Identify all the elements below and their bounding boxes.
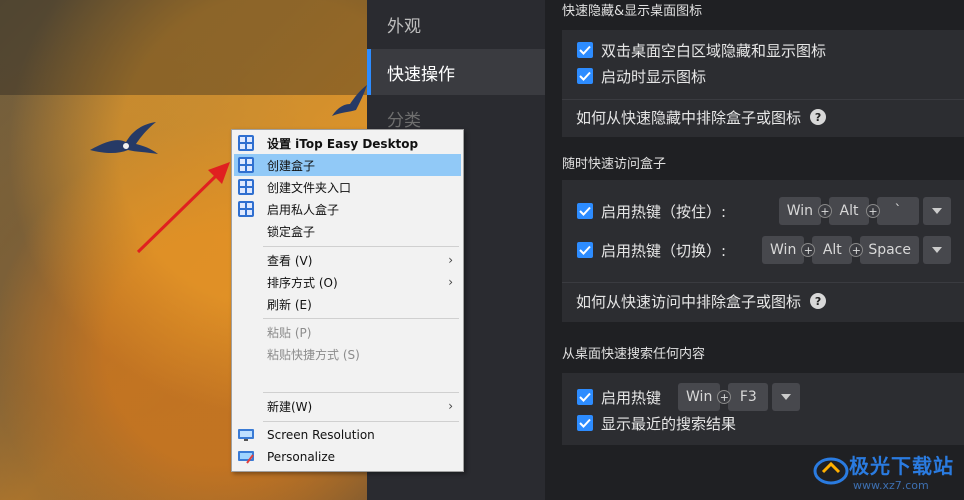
menu-separator bbox=[263, 421, 459, 422]
menu-label: 设置 iTop Easy Desktop bbox=[267, 136, 419, 151]
help-link-quick-access[interactable]: 如何从快速访问中排除盒子或图标 bbox=[576, 291, 801, 312]
option-label: 启用热键 bbox=[601, 388, 662, 407]
menu-item-screen-resolution[interactable]: Screen Resolution bbox=[234, 424, 461, 446]
key-f3[interactable]: F3 bbox=[728, 383, 769, 411]
chevron-right-icon: › bbox=[448, 399, 453, 413]
key-space[interactable]: Space bbox=[860, 236, 919, 264]
key-win[interactable]: Win bbox=[778, 197, 821, 225]
itop-app-icon bbox=[238, 179, 254, 195]
watermark-name: 极光下载站 bbox=[849, 454, 954, 478]
menu-item-sort-by[interactable]: 排序方式 (O) › bbox=[234, 271, 461, 293]
section-title-search: 从桌面快速搜索任何内容 bbox=[562, 347, 706, 362]
help-icon[interactable]: ? bbox=[810, 293, 827, 309]
checkbox-checked-icon[interactable] bbox=[577, 42, 593, 58]
bird-image-2 bbox=[332, 85, 367, 116]
menu-separator bbox=[263, 246, 459, 247]
menu-item-new[interactable]: 新建(W) › bbox=[234, 395, 461, 417]
checkbox-checked-icon[interactable] bbox=[577, 415, 593, 431]
monitor-icon bbox=[238, 429, 254, 441]
menu-label: 粘贴 (P) bbox=[267, 325, 312, 340]
option-hotkey-hold: 启用热键（按住）: Win + Alt + ` bbox=[562, 196, 964, 226]
chevron-right-icon: › bbox=[448, 253, 453, 267]
wallpaper-dark-band bbox=[0, 0, 367, 95]
checkbox-checked-icon[interactable] bbox=[577, 68, 593, 84]
menu-separator bbox=[263, 318, 459, 319]
checkbox-checked-icon[interactable] bbox=[577, 242, 593, 258]
option-show-recent[interactable]: 显示最近的搜索结果 bbox=[562, 413, 964, 433]
dropdown-arrow-icon[interactable] bbox=[772, 383, 801, 411]
menu-item-personalize[interactable]: Personalize bbox=[234, 446, 461, 468]
desktop-context-menu: 设置 iTop Easy Desktop 创建盒子 创建文件夹入口 启用私人盒子… bbox=[231, 129, 464, 472]
settings-content: 快速隐藏&显示桌面图标 双击桌面空白区域隐藏和显示图标 启动时显示图标 如何从快… bbox=[545, 0, 964, 500]
option-label: 双击桌面空白区域隐藏和显示图标 bbox=[601, 41, 827, 60]
checkbox-checked-icon[interactable] bbox=[577, 203, 593, 219]
checkbox-checked-icon[interactable] bbox=[577, 389, 593, 405]
hotkey-hold-keys[interactable]: Win + Alt + ` bbox=[778, 197, 951, 225]
search-card: 启用热键 Win + F3 显示最近的搜索结果 bbox=[562, 373, 964, 445]
key-win[interactable]: Win bbox=[762, 236, 805, 264]
menu-item-lock-box[interactable]: 锁定盒子 bbox=[234, 220, 461, 242]
key-win[interactable]: Win bbox=[678, 383, 721, 411]
key-alt[interactable]: Alt bbox=[812, 236, 853, 264]
itop-app-icon bbox=[238, 135, 254, 151]
itop-app-icon bbox=[238, 201, 254, 217]
option-show-on-start[interactable]: 启动时显示图标 bbox=[562, 66, 964, 86]
watermark-logo: 极光下载站 www.xz7.com bbox=[813, 450, 954, 492]
quick-hide-card: 双击桌面空白区域隐藏和显示图标 启动时显示图标 如何从快速隐藏中排除盒子或图标 … bbox=[562, 30, 964, 137]
menu-separator bbox=[263, 392, 459, 393]
watermark-url: www.xz7.com bbox=[853, 479, 929, 492]
plus-icon: + bbox=[818, 204, 832, 218]
search-hotkey-keys[interactable]: Win + F3 bbox=[678, 383, 801, 411]
menu-label: Personalize bbox=[267, 450, 336, 464]
option-label: 启用热键（切换）: bbox=[601, 241, 727, 260]
dropdown-arrow-icon[interactable] bbox=[923, 236, 951, 264]
option-label: 显示最近的搜索结果 bbox=[601, 414, 737, 433]
menu-label: 新建(W) bbox=[267, 399, 313, 414]
nav-appearance[interactable]: 外观 bbox=[367, 0, 545, 49]
option-label: 启动时显示图标 bbox=[601, 67, 707, 86]
option-search-hotkey: 启用热键 Win + F3 bbox=[562, 382, 964, 412]
menu-label: 创建文件夹入口 bbox=[267, 180, 352, 195]
menu-item-paste-shortcut[interactable]: 粘贴快捷方式 (S) bbox=[234, 343, 461, 365]
dropdown-arrow-icon[interactable] bbox=[923, 197, 951, 225]
menu-label: 锁定盒子 bbox=[267, 224, 316, 239]
key-backtick[interactable]: ` bbox=[877, 197, 919, 225]
personalize-icon bbox=[238, 451, 254, 464]
menu-item-create-folder-portal[interactable]: 创建文件夹入口 bbox=[234, 176, 461, 198]
menu-item-enable-private-box[interactable]: 启用私人盒子 bbox=[234, 198, 461, 220]
menu-label: Screen Resolution bbox=[267, 428, 375, 442]
option-double-click-hide[interactable]: 双击桌面空白区域隐藏和显示图标 bbox=[562, 40, 964, 60]
help-row-quick-hide: 如何从快速隐藏中排除盒子或图标 ? bbox=[562, 107, 964, 127]
hotkey-toggle-keys[interactable]: Win + Alt + Space bbox=[762, 236, 951, 264]
menu-label: 启用私人盒子 bbox=[267, 202, 340, 217]
plus-icon: + bbox=[866, 204, 880, 218]
section-title-quick-access: 随时快速访问盒子 bbox=[562, 157, 667, 172]
section-title-quick-hide: 快速隐藏&显示桌面图标 bbox=[562, 4, 703, 19]
menu-item-itop-settings[interactable]: 设置 iTop Easy Desktop bbox=[234, 132, 461, 154]
menu-item-refresh[interactable]: 刷新 (E) bbox=[234, 293, 461, 315]
menu-label: 创建盒子 bbox=[267, 158, 316, 173]
divider bbox=[562, 99, 964, 100]
menu-label: 刷新 (E) bbox=[267, 297, 312, 312]
help-row-quick-access: 如何从快速访问中排除盒子或图标 ? bbox=[562, 290, 964, 312]
menu-label: 查看 (V) bbox=[267, 253, 313, 268]
menu-item-create-box[interactable]: 创建盒子 bbox=[234, 154, 461, 176]
divider bbox=[562, 282, 964, 283]
help-icon[interactable]: ? bbox=[810, 109, 827, 125]
quick-access-card: 启用热键（按住）: Win + Alt + ` 启用热键（切换）: Win + … bbox=[562, 180, 964, 322]
itop-app-icon bbox=[238, 157, 254, 173]
nav-quick-actions[interactable]: 快速操作 bbox=[367, 49, 545, 95]
menu-label: 粘贴快捷方式 (S) bbox=[267, 347, 360, 362]
menu-item-view[interactable]: 查看 (V) › bbox=[234, 249, 461, 271]
option-hotkey-toggle: 启用热键（切换）: Win + Alt + Space bbox=[562, 235, 964, 265]
help-link-quick-hide[interactable]: 如何从快速隐藏中排除盒子或图标 bbox=[576, 107, 801, 128]
key-alt[interactable]: Alt bbox=[829, 197, 869, 225]
watermark-icon bbox=[813, 457, 849, 485]
menu-label: 排序方式 (O) bbox=[267, 275, 338, 290]
chevron-right-icon: › bbox=[448, 275, 453, 289]
annotation-arrow bbox=[136, 162, 230, 254]
menu-item-paste[interactable]: 粘贴 (P) bbox=[234, 321, 461, 343]
option-label: 启用热键（按住）: bbox=[601, 202, 727, 221]
